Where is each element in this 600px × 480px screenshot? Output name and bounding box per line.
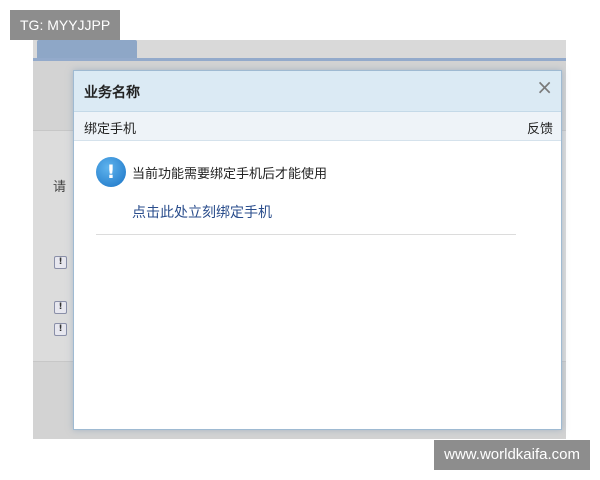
exclamation-icon: ! <box>54 323 67 336</box>
dialog-title: 业务名称 <box>84 85 140 101</box>
exclamation-icon: ! <box>54 256 67 269</box>
dialog-subbar: 绑定手机 反馈 <box>74 112 561 141</box>
exclamation-icon: ! <box>54 301 67 314</box>
bind-phone-link[interactable]: 点击此处立刻绑定手机 <box>132 202 272 222</box>
watermark-bottom-right: www.worldkaifa.com <box>434 440 590 470</box>
background-rule <box>33 58 566 61</box>
dialog-message: 当前功能需要绑定手机后才能使用 <box>132 167 328 182</box>
info-icon: ! <box>96 157 126 187</box>
feedback-link[interactable]: 反馈 <box>527 118 553 137</box>
close-icon[interactable]: × <box>536 75 553 99</box>
background-label: 请 <box>53 180 67 195</box>
dialog-header: 业务名称 × <box>74 71 561 112</box>
dialog-divider <box>96 234 516 235</box>
tab-bind-phone[interactable]: 绑定手机 <box>84 118 136 137</box>
watermark-top-left: TG: MYYJJPP <box>10 10 121 40</box>
bind-phone-dialog: 业务名称 × 绑定手机 反馈 ! 当前功能需要绑定手机后才能使用 点击此处立刻绑… <box>73 70 562 430</box>
background-tab[interactable] <box>37 40 137 58</box>
